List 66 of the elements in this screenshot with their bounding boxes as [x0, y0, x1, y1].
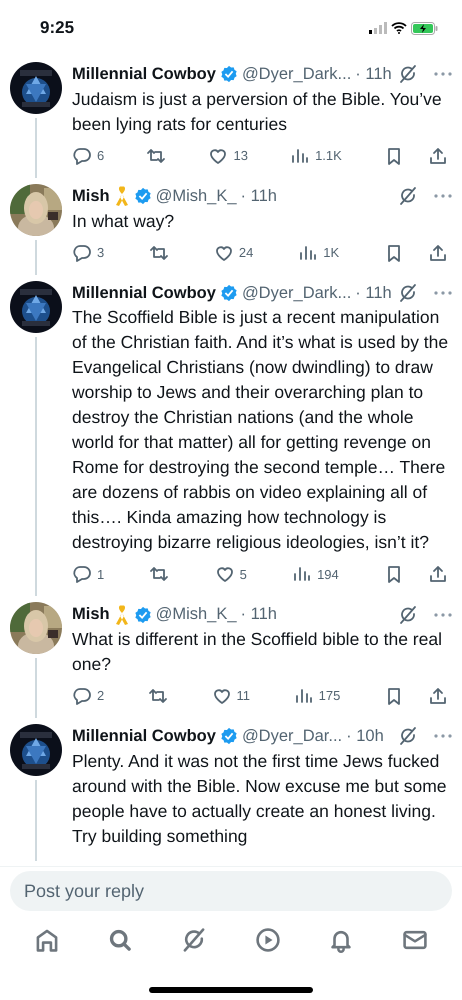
signal-icon — [369, 22, 387, 34]
post-time: · 11h — [355, 64, 392, 85]
search-icon — [107, 927, 134, 953]
author-name[interactable]: Millennial Cowboy — [72, 724, 216, 749]
reply-icon — [72, 146, 92, 166]
play-icon — [254, 927, 281, 953]
reply-button[interactable]: 6 — [72, 146, 104, 166]
author-name[interactable]: Millennial Cowboy — [72, 62, 216, 87]
author-handle: @Mish_K_ — [156, 604, 237, 626]
views-button[interactable]: 1K — [298, 242, 340, 262]
post-time: · 10h — [346, 726, 384, 747]
status-time: 9:25 — [40, 17, 74, 40]
more-icon[interactable] — [434, 734, 452, 738]
more-icon[interactable] — [434, 72, 452, 76]
post-text: What is different in the Scoffield bible to the real one? — [72, 628, 443, 676]
post-text: The Scoffield Bible is just a recent manipulation of the Christian faith. And it’s what is used by the Evangelical Christians (now dwindling) to draw worship to Jews and their overarching plan to destroy the Christian nations (and the whole world for that matter) all for getting revenge on Rome for destroying the second temple… There are dozens of rabbis on video explaining all of this…. Kinda amazing how technology is destroying bizarre religious ideologies, isn’t it? — [72, 306, 450, 554]
reply-button[interactable]: 1 — [72, 564, 104, 584]
author-name[interactable]: Mish — [72, 184, 110, 208]
author-handle: @Dyer_Dar... — [242, 726, 342, 747]
author-name[interactable]: Millennial Cowboy — [72, 280, 216, 306]
like-button[interactable]: 13 — [208, 146, 248, 166]
share-icon[interactable] — [428, 146, 448, 166]
share-icon[interactable] — [428, 564, 448, 584]
author-handle: @Mish_K_ — [156, 186, 237, 207]
reply-icon — [72, 242, 92, 262]
grok-icon — [181, 927, 208, 953]
grok-icon[interactable] — [398, 64, 418, 84]
post-text: Judaism is just a perversion of the Bible. You’ve been lying rats for centuries — [72, 88, 443, 136]
reply-input-field[interactable]: Post your reply — [10, 871, 452, 911]
like-button[interactable]: 24 — [214, 242, 254, 262]
repost-icon — [148, 686, 168, 706]
more-icon[interactable] — [434, 290, 452, 295]
author-handle: @Dyer_Dark... — [242, 64, 352, 85]
post-time: · 11h — [355, 282, 392, 304]
views-button[interactable]: 175 — [294, 686, 340, 706]
share-icon[interactable] — [428, 686, 448, 706]
views-button[interactable]: 1.1K — [290, 146, 342, 166]
bar-chart-icon — [294, 686, 314, 706]
post-time: · 11h — [240, 604, 277, 626]
search-tab[interactable] — [107, 927, 134, 953]
grok-icon[interactable] — [398, 282, 418, 303]
like-button[interactable]: 11 — [212, 686, 250, 706]
play-tab[interactable] — [254, 927, 281, 953]
grok-tab[interactable] — [181, 927, 208, 953]
reply-icon — [72, 564, 92, 584]
battery-charging-icon — [411, 22, 438, 34]
wifi-icon — [391, 22, 407, 34]
more-icon[interactable] — [434, 612, 452, 617]
repost-button[interactable] — [148, 686, 168, 706]
grok-icon[interactable] — [398, 186, 418, 206]
post-text: In what way? — [72, 210, 176, 233]
grok-icon[interactable] — [398, 726, 418, 746]
post-time: · 11h — [240, 186, 277, 207]
author-name[interactable]: Mish — [72, 602, 110, 627]
views-button[interactable]: 194 — [292, 564, 339, 584]
post-text: Plenty. And it was not the first time Jews fucked around with the Bible. Now excuse me but some people have to actually create an honest living. Try building something — [72, 750, 448, 848]
like-button[interactable]: 5 — [214, 564, 247, 584]
reply-button[interactable]: 3 — [72, 242, 104, 262]
author-handle: @Dyer_Dark... — [242, 282, 352, 304]
home-tab[interactable] — [34, 927, 60, 953]
grok-icon[interactable] — [398, 604, 418, 625]
share-icon[interactable] — [428, 242, 448, 262]
reply-button[interactable]: 2 — [72, 686, 104, 706]
reply-icon — [72, 686, 92, 706]
more-icon[interactable] — [434, 194, 452, 198]
home-icon — [34, 927, 60, 953]
